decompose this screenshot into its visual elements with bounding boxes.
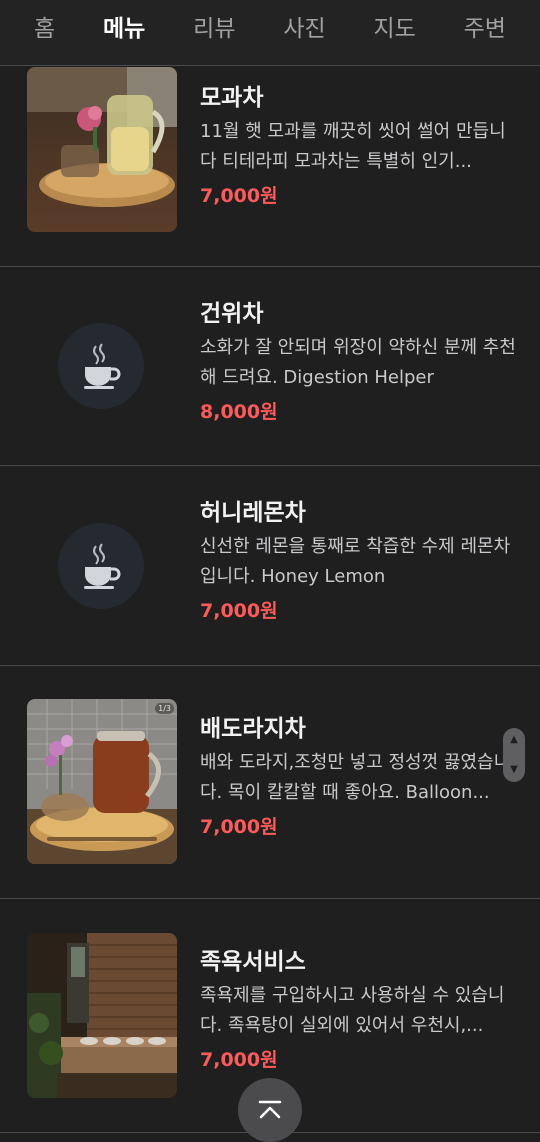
- menu-item-price: 7,000원: [200, 1049, 278, 1071]
- menu-item[interactable]: 허니레몬차 신선한 레몬을 통째로 착즙한 수제 레몬차입니다. Honey L…: [0, 466, 540, 666]
- tab-bar: 홈 메뉴 리뷰 사진 지도 주변: [0, 0, 540, 66]
- menu-item-name: 모과차: [200, 85, 264, 111]
- menu-item-info: 배도라지차 배와 도라지,조청만 넣고 정성껏 끓였습니다. 목이 칼칼할 때 …: [200, 714, 518, 842]
- cup-placeholder-icon: [58, 523, 144, 609]
- menu-item-name: 족욕서비스: [200, 949, 306, 975]
- menu-item[interactable]: 1/3 배도라지차 배와 도라지,조청만 넣고 정성껏 끓였습니다. 목이 칼칼…: [0, 666, 540, 899]
- photo-counter: 1/3: [155, 703, 174, 714]
- tab-home[interactable]: 홈: [34, 18, 55, 47]
- scroll-handle[interactable]: ▲ ▼: [503, 728, 525, 782]
- menu-item-price: 7,000원: [200, 816, 278, 838]
- menu-item-description: 신선한 레몬을 통째로 착즙한 수제 레몬차입니다. Honey Lemon: [200, 536, 511, 587]
- menu-item-description: 소화가 잘 안되며 위장이 약하신 분께 추천해 드려요. Digestion …: [200, 337, 516, 388]
- menu-item[interactable]: 건위차 소화가 잘 안되며 위장이 약하신 분께 추천해 드려요. Digest…: [0, 267, 540, 466]
- menu-item-description: 배와 도라지,조청만 넣고 정성껏 끓였습니다. 목이 칼칼할 때 좋아요. B…: [200, 752, 511, 803]
- cup-placeholder-icon: [58, 323, 144, 409]
- menu-item-info: 허니레몬차 신선한 레몬을 통째로 착즙한 수제 레몬차입니다. Honey L…: [200, 498, 518, 626]
- chevron-down-icon: ▼: [510, 764, 518, 775]
- tab-menu[interactable]: 메뉴: [103, 18, 145, 47]
- back-to-top-button[interactable]: [238, 1078, 302, 1142]
- menu-item-price: 7,000원: [200, 600, 278, 622]
- tab-nearby[interactable]: 주변: [464, 18, 506, 47]
- chevron-up-icon: ▲: [510, 734, 518, 745]
- menu-item-price: 7,000원: [200, 185, 278, 207]
- menu-item-price: 8,000원: [200, 401, 278, 423]
- menu-item-info: 족욕서비스 족욕제를 구입하시고 사용하실 수 있습니다. 족욕탕이 실외에 있…: [200, 947, 518, 1075]
- menu-item-info: 모과차 11월 햇 모과를 깨끗히 씻어 썰어 만듭니다 티테라피 모과차는 특…: [200, 83, 518, 211]
- tab-photos[interactable]: 사진: [283, 18, 325, 47]
- menu-item-description: 11월 햇 모과를 깨끗히 씻어 썰어 만듭니다 티테라피 모과차는 특별히 인…: [200, 121, 506, 172]
- tab-reviews[interactable]: 리뷰: [193, 18, 235, 47]
- menu-item-name: 배도라지차: [200, 716, 306, 742]
- menu-item[interactable]: 모과차 11월 햇 모과를 깨끗히 씻어 썰어 만듭니다 티테라피 모과차는 특…: [0, 67, 540, 267]
- menu-list: 모과차 11월 햇 모과를 깨끗히 씻어 썰어 만듭니다 티테라피 모과차는 특…: [0, 67, 540, 1133]
- arrow-up-to-top-icon: [258, 1100, 282, 1119]
- menu-item-name: 허니레몬차: [200, 500, 306, 526]
- menu-item-photo[interactable]: 1/3: [27, 699, 177, 864]
- menu-item-description: 족욕제를 구입하시고 사용하실 수 있습니다. 족욕탕이 실외에 있어서 우천시…: [200, 985, 505, 1036]
- menu-item-info: 건위차 소화가 잘 안되며 위장이 약하신 분께 추천해 드려요. Digest…: [200, 299, 518, 427]
- menu-item-name: 건위차: [200, 301, 264, 327]
- tab-map[interactable]: 지도: [373, 18, 415, 47]
- menu-item-photo[interactable]: [27, 67, 177, 232]
- menu-item-photo[interactable]: [27, 933, 177, 1098]
